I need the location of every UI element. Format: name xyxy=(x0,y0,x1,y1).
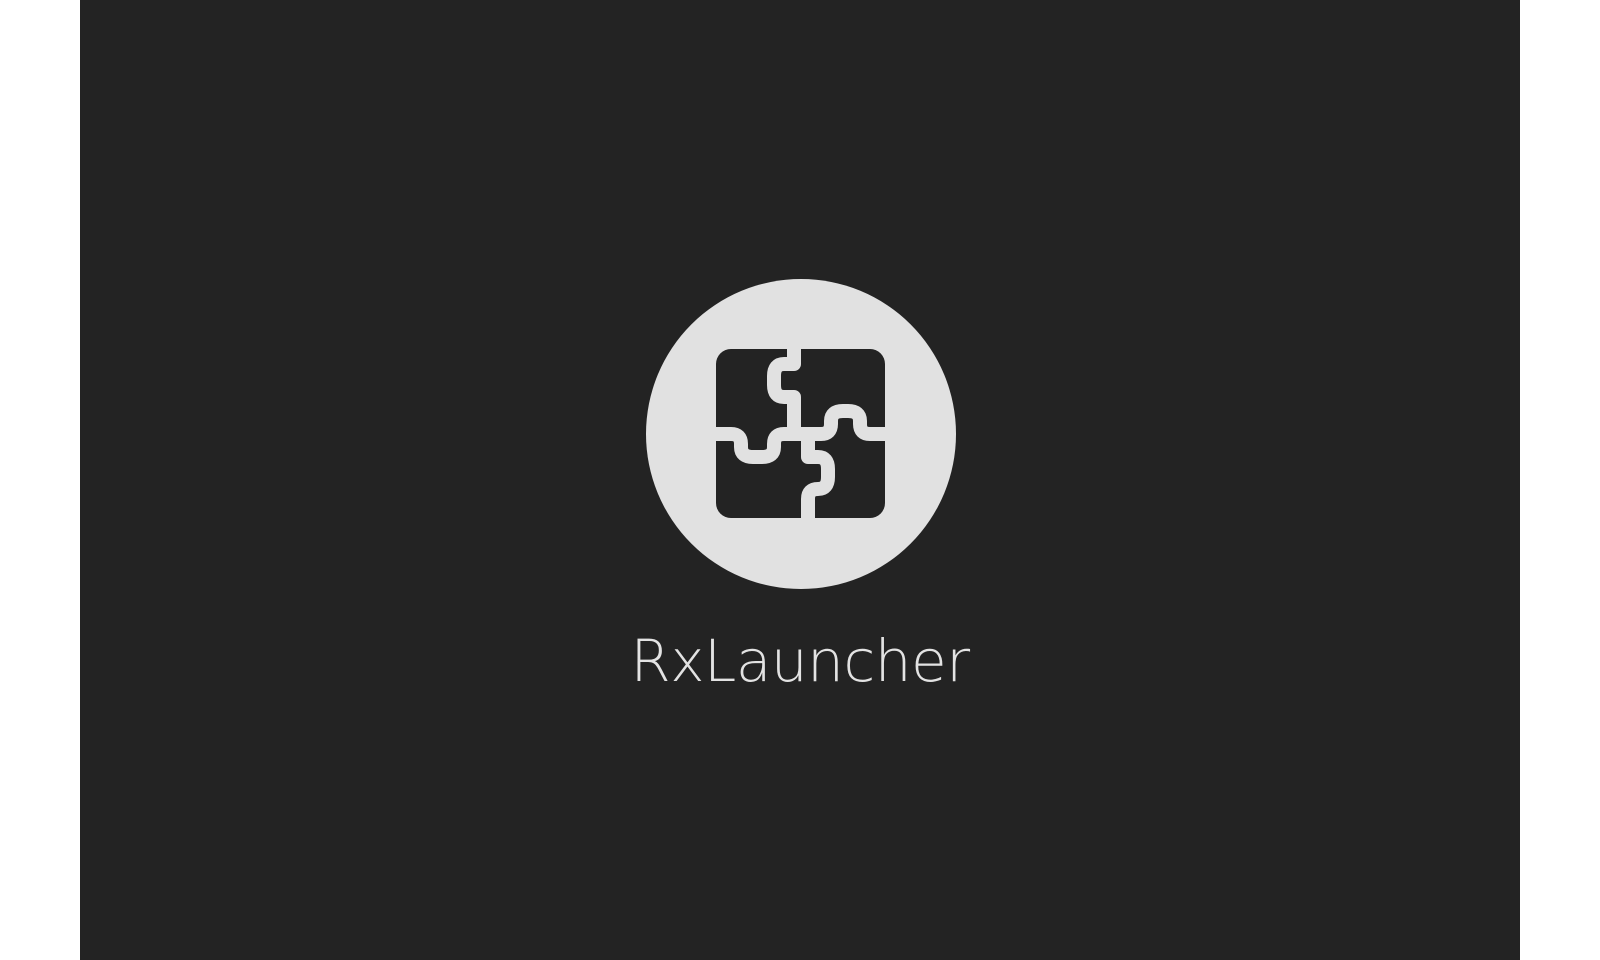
app-name-label: RxLauncher xyxy=(630,627,970,695)
puzzle-pieces-icon xyxy=(646,279,956,589)
app-window: RxLauncher xyxy=(80,0,1520,960)
app-logo xyxy=(646,279,956,589)
